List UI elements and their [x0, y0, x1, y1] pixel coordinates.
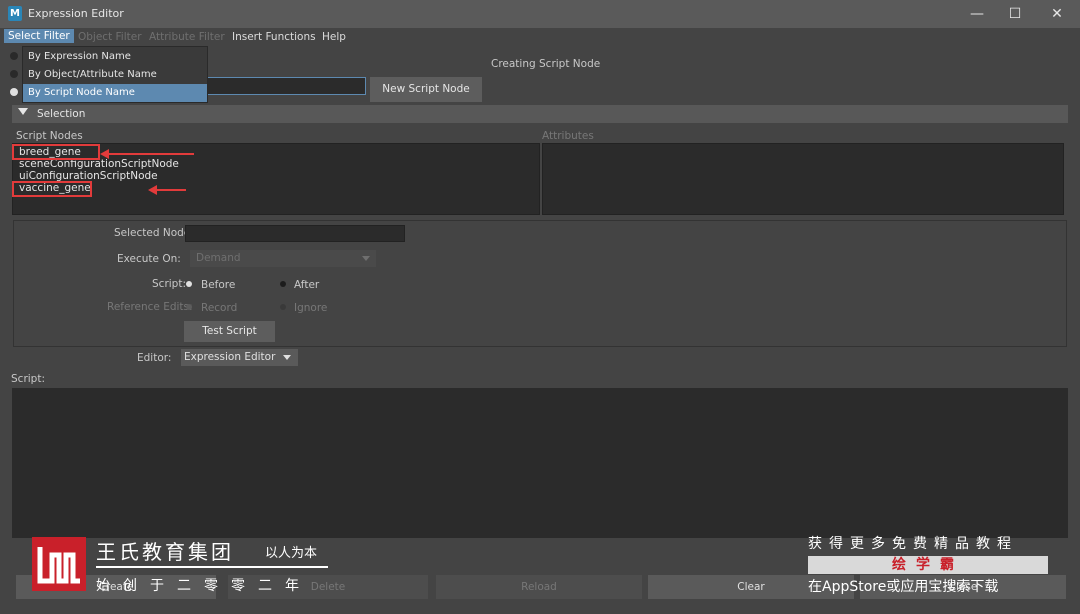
ignore-label: Ignore — [294, 302, 328, 314]
dropdown-item-object-attribute-name[interactable]: By Object/Attribute Name — [23, 66, 207, 84]
highlight-box — [12, 181, 92, 197]
editor-select[interactable]: Expression Editor — [181, 349, 298, 366]
menu-select-filter[interactable]: Select Filter — [4, 29, 74, 43]
selected-node-label: Selected Node — [114, 227, 191, 239]
script-area-label: Script: — [11, 373, 45, 385]
watermark-title: 王氏教育集团 — [96, 540, 234, 564]
radio-script-node-name[interactable] — [10, 88, 18, 96]
execute-on-select[interactable]: Demand — [190, 250, 376, 267]
menu-object-filter[interactable]: Object Filter — [78, 31, 142, 43]
watermark-promo-line3: 在AppStore或应用宝搜索下载 — [808, 579, 999, 595]
menu-insert-functions[interactable]: Insert Functions — [232, 31, 316, 43]
radio-before[interactable] — [186, 281, 192, 287]
annotation-arrow-line — [156, 189, 186, 191]
script-nodes-label: Script Nodes — [16, 130, 83, 142]
execute-on-value: Demand — [196, 252, 241, 264]
script-text-area[interactable] — [12, 388, 1068, 538]
radio-object-attribute-name[interactable] — [10, 70, 18, 78]
radio-ignore[interactable] — [280, 304, 286, 310]
watermark-divider — [96, 566, 328, 568]
highlight-box — [12, 144, 100, 160]
reference-edits-label: Reference Edits: — [107, 301, 193, 313]
chevron-down-icon — [362, 256, 370, 261]
dropdown-item-expression-name[interactable]: By Expression Name — [23, 48, 207, 66]
reload-button[interactable]: Reload — [436, 575, 642, 599]
radio-record[interactable] — [186, 304, 192, 310]
title-bar — [0, 0, 1080, 28]
watermark-promo-line1: 获得更多免费精品教程 — [808, 536, 1018, 552]
new-script-node-button[interactable]: New Script Node — [370, 77, 482, 102]
radio-expression-name[interactable] — [10, 52, 18, 60]
editor-value: Expression Editor — [184, 351, 276, 363]
selected-node-field[interactable] — [185, 225, 405, 242]
test-script-button[interactable]: Test Script — [184, 321, 275, 342]
before-label: Before — [201, 279, 236, 291]
dropdown-item-script-node-name[interactable]: By Script Node Name — [23, 84, 207, 102]
maximize-button[interactable]: ☐ — [1000, 4, 1030, 24]
collapse-triangle-icon — [18, 108, 28, 115]
select-filter-dropdown: By Expression Name By Object/Attribute N… — [22, 46, 208, 103]
script-timing-label: Script: — [152, 278, 186, 290]
menu-attribute-filter[interactable]: Attribute Filter — [149, 31, 225, 43]
editor-label: Editor: — [137, 352, 172, 364]
watermark-slogan: 以人为本 — [265, 546, 318, 561]
logo-mark-icon — [37, 547, 80, 584]
radio-after[interactable] — [280, 281, 286, 287]
annotation-arrow-line — [108, 153, 194, 155]
section-label: Selection — [37, 108, 86, 120]
arrow-left-icon — [100, 149, 109, 159]
after-label: After — [294, 279, 320, 291]
attributes-label: Attributes — [542, 130, 594, 142]
window-title: Expression Editor — [28, 7, 124, 20]
minimize-button[interactable]: — — [962, 4, 992, 24]
filter-input[interactable] — [190, 77, 366, 95]
record-label: Record — [201, 302, 238, 314]
chevron-down-icon — [283, 355, 291, 360]
selection-section-header[interactable]: Selection — [12, 105, 1068, 123]
watermark-promo-brand: 绘学霸 — [892, 557, 964, 573]
close-window-button[interactable]: ✕ — [1042, 4, 1072, 24]
watermark-founded: 始创于二零零二年 — [96, 578, 312, 594]
status-text: Creating Script Node — [491, 58, 601, 70]
maya-app-icon: M — [8, 6, 22, 21]
arrow-left-icon — [148, 185, 157, 195]
attributes-list[interactable] — [542, 143, 1064, 215]
execute-on-label: Execute On: — [117, 253, 181, 265]
wangshi-logo — [32, 537, 86, 591]
menu-help[interactable]: Help — [322, 31, 346, 43]
